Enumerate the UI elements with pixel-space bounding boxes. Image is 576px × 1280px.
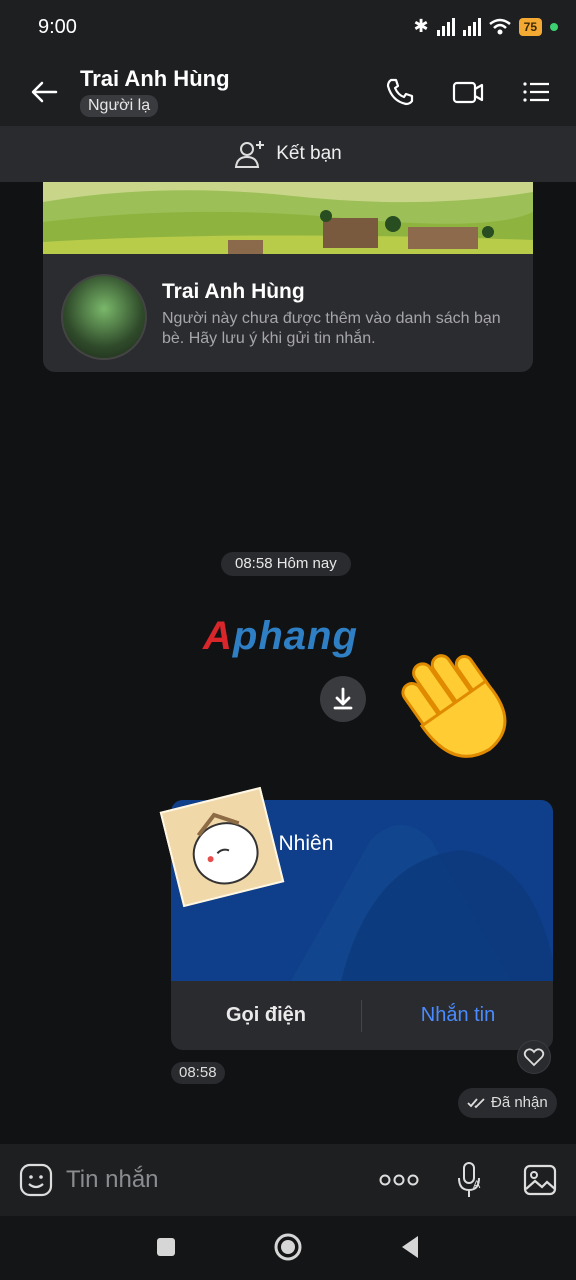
battery-indicator: 75: [518, 17, 542, 36]
back-arrow-icon: [31, 81, 58, 103]
cover-photo: [43, 182, 533, 254]
options-menu-button[interactable]: [518, 74, 554, 110]
back-button[interactable]: [26, 74, 62, 110]
image-icon[interactable]: [522, 1162, 558, 1198]
chat-header: Trai Anh Hùng Người lạ: [0, 56, 576, 126]
status-bar: 9:00 ✱ 75: [0, 0, 576, 56]
more-dots-icon[interactable]: [378, 1168, 420, 1192]
signal-icon: [436, 17, 455, 36]
download-icon: [333, 687, 353, 710]
video-call-icon: [452, 81, 484, 104]
message-input[interactable]: Tin nhắn: [66, 1166, 159, 1194]
heart-icon: [523, 1048, 545, 1067]
profile-name: Trai Anh Hùng: [162, 280, 305, 303]
mic-icon[interactable]: A: [454, 1160, 486, 1200]
home-icon[interactable]: [272, 1231, 304, 1263]
status-icons: ✱ 75: [414, 16, 558, 37]
time-divider: 08:58 Hôm nay: [221, 552, 351, 576]
system-nav-bar: [0, 1216, 576, 1280]
stranger-warning-text: Người này chưa được thêm vào danh sách b…: [162, 310, 501, 347]
privacy-dot: [550, 22, 558, 31]
bluetooth-icon: ✱: [413, 16, 429, 36]
double-check-icon: [467, 1098, 485, 1109]
delivery-status-label: Đã nhận: [491, 1094, 548, 1111]
emoji-icon[interactable]: [18, 1162, 54, 1198]
card-call-button[interactable]: Gọi điện: [171, 981, 361, 1050]
watermark-logo: Aphang: [203, 614, 358, 658]
contact-avatar[interactable]: [61, 274, 147, 360]
signal-icon-2: [462, 17, 481, 36]
voice-call-button[interactable]: [382, 74, 418, 110]
svg-text:A: A: [473, 1179, 481, 1191]
stranger-badge: Người lạ: [80, 95, 159, 117]
card-divider: [361, 1000, 362, 1032]
add-friend-button[interactable]: Kết bạn: [0, 126, 576, 182]
add-user-icon: [235, 141, 265, 168]
sticker-image: [162, 789, 282, 905]
add-friend-label: Kết bạn: [276, 143, 342, 164]
wifi-icon: [488, 18, 511, 34]
video-call-button[interactable]: [450, 74, 486, 110]
back-nav-icon[interactable]: [398, 1233, 422, 1261]
profile-card[interactable]: Trai Anh Hùng Người này chưa được thêm v…: [43, 182, 533, 372]
delivery-status: Đã nhận: [458, 1088, 557, 1118]
download-button[interactable]: [320, 676, 366, 722]
card-message-button[interactable]: Nhắn tin: [363, 981, 553, 1050]
react-heart-button[interactable]: [517, 1040, 551, 1074]
message-composer: Tin nhắn A: [0, 1144, 576, 1216]
phone-icon: [386, 78, 414, 106]
status-time: 9:00: [38, 16, 77, 38]
message-time: 08:58: [171, 1062, 225, 1084]
contact-name[interactable]: Trai Anh Hùng: [80, 66, 230, 92]
menu-list-icon: [523, 82, 549, 102]
recent-apps-icon[interactable]: [154, 1235, 178, 1259]
wave-emoji-icon[interactable]: [392, 640, 532, 770]
